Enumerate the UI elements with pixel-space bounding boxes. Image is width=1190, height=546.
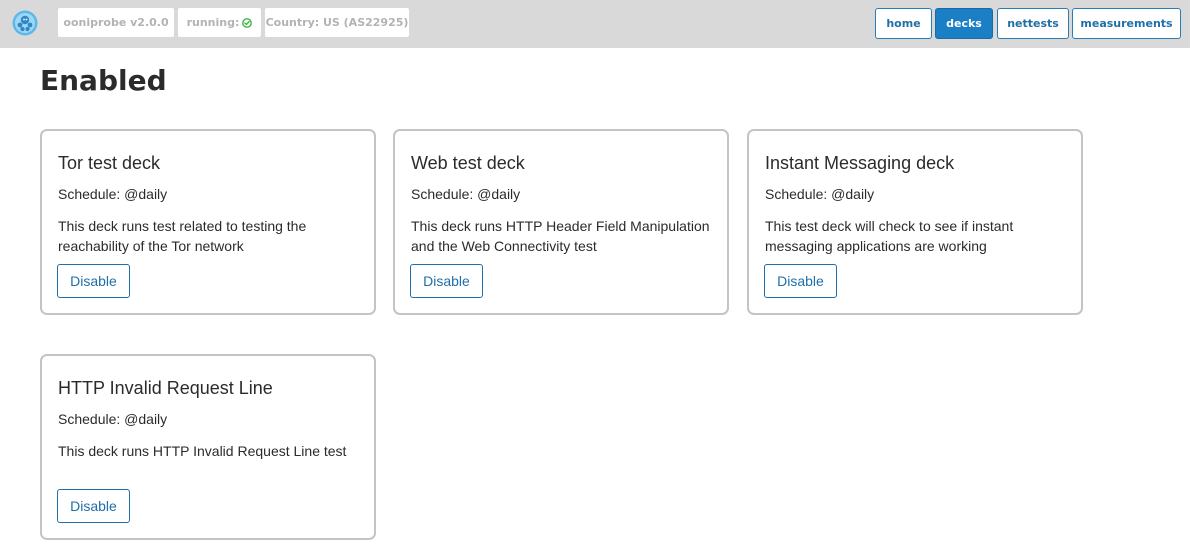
nav-decks-button[interactable]: decks bbox=[935, 8, 993, 39]
deck-schedule: Schedule: @daily bbox=[58, 186, 168, 202]
deck-title: Instant Messaging deck bbox=[765, 153, 955, 173]
deck-title: Tor test deck bbox=[58, 153, 161, 173]
nav-nettests-button[interactable]: nettests bbox=[997, 8, 1069, 39]
disable-button[interactable]: Disable bbox=[410, 264, 483, 298]
check-circle-icon bbox=[242, 17, 253, 28]
deck-card-http-invalid-request-line: HTTP Invalid Request Line Schedule: @dai… bbox=[40, 354, 376, 540]
deck-card-web: Web test deck Schedule: @daily This deck… bbox=[393, 129, 729, 315]
disable-button[interactable]: Disable bbox=[57, 489, 130, 523]
nav-measurements-button[interactable]: measurements bbox=[1072, 8, 1181, 39]
version-badge: ooniprobe v2.0.0 bbox=[58, 8, 174, 37]
country-label: Country: US (AS22925) bbox=[265, 16, 409, 29]
deck-description: This deck runs test related to testing t… bbox=[58, 218, 307, 254]
country-badge: Country: US (AS22925) bbox=[265, 8, 409, 37]
version-label: ooniprobe v2.0.0 bbox=[63, 16, 169, 29]
deck-description: This deck runs HTTP Header Field Manipul… bbox=[411, 218, 710, 254]
running-status-badge: running: bbox=[178, 8, 261, 37]
octopus-logo-icon[interactable] bbox=[12, 10, 38, 36]
nav-home-button[interactable]: home bbox=[875, 8, 932, 39]
deck-title: HTTP Invalid Request Line bbox=[58, 378, 273, 398]
deck-schedule: Schedule: @daily bbox=[58, 411, 168, 427]
deck-description: This test deck will check to see if inst… bbox=[765, 218, 1014, 254]
disable-button[interactable]: Disable bbox=[57, 264, 130, 298]
page-title: Enabled bbox=[40, 64, 167, 97]
deck-title: Web test deck bbox=[411, 153, 525, 173]
deck-schedule: Schedule: @daily bbox=[411, 186, 521, 202]
deck-schedule: Schedule: @daily bbox=[765, 186, 875, 202]
top-bar: ooniprobe v2.0.0 running: Country: US (A… bbox=[0, 0, 1190, 48]
running-label: running: bbox=[186, 16, 240, 29]
deck-card-tor: Tor test deck Schedule: @daily This deck… bbox=[40, 129, 376, 315]
deck-description: This deck runs HTTP Invalid Request Line… bbox=[58, 443, 347, 459]
disable-button[interactable]: Disable bbox=[764, 264, 837, 298]
deck-card-instant-messaging: Instant Messaging deck Schedule: @daily … bbox=[747, 129, 1083, 315]
